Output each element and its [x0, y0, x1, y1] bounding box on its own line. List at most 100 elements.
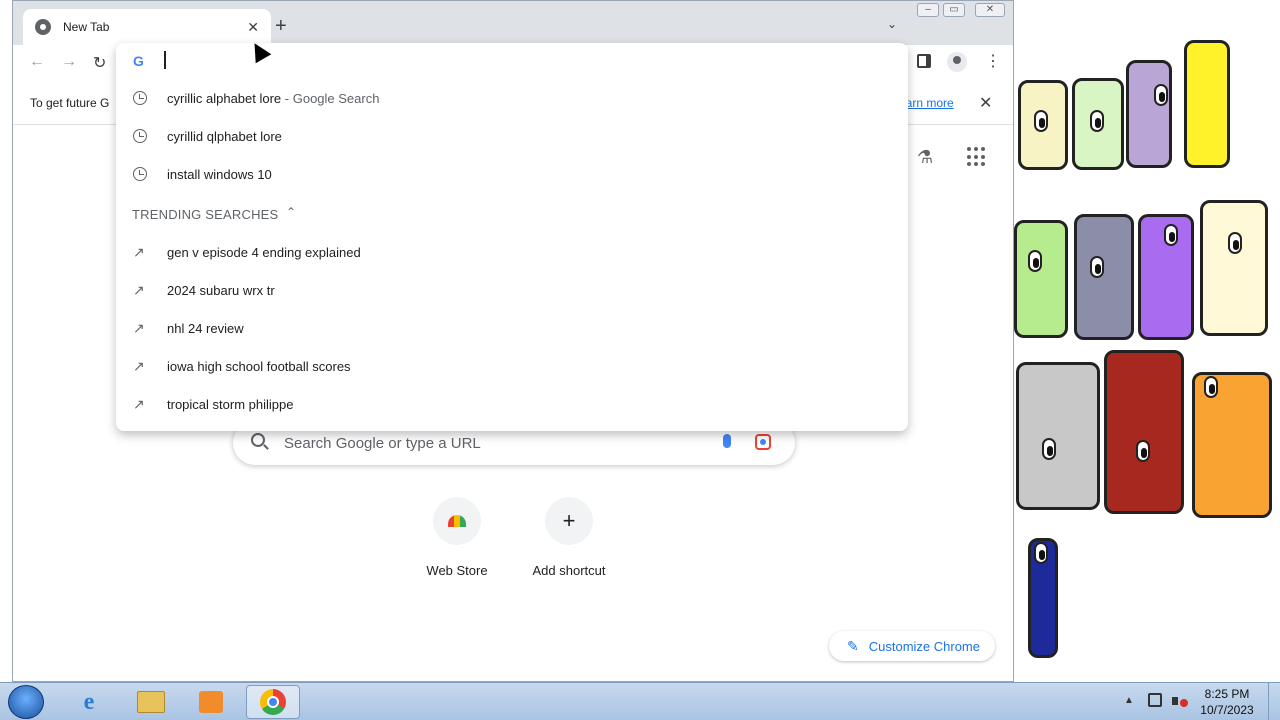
tab-close-icon[interactable]: ✕: [247, 19, 259, 36]
wallpaper-letter-10: [1104, 350, 1184, 514]
network-icon[interactable]: [1148, 693, 1162, 707]
info-bar-text: To get future G: [30, 96, 110, 110]
tab-strip: New Tab ✕ + ⌄ ‒ ▭ ✕: [13, 1, 1013, 45]
wallpaper-letter-9: [1016, 362, 1100, 510]
suggestion-row[interactable]: install windows 10: [116, 155, 908, 193]
media-player-icon: [199, 691, 223, 713]
shortcut-icon-circle: [433, 497, 481, 545]
pencil-icon: ✎: [847, 637, 859, 654]
maximize-button[interactable]: ▭: [943, 3, 965, 17]
new-tab-button[interactable]: +: [275, 15, 287, 38]
close-window-button[interactable]: ✕: [975, 3, 1005, 17]
wallpaper-eye: [1154, 84, 1168, 106]
google-lens-icon[interactable]: [755, 434, 771, 450]
wallpaper-eye: [1204, 376, 1218, 398]
chrome-favicon-icon: [35, 19, 51, 35]
minimize-button[interactable]: ‒: [917, 3, 939, 17]
trending-arrow-icon: ↗: [133, 358, 145, 374]
search-icon: [251, 433, 265, 447]
history-clock-icon: [133, 167, 147, 181]
suggestion-text: install windows 10: [167, 166, 272, 182]
wallpaper-eye: [1228, 232, 1242, 254]
google-g-icon: G: [133, 53, 144, 69]
suggestion-suffix: - Google Search: [281, 90, 380, 106]
chrome-icon: [260, 689, 286, 715]
google-apps-icon[interactable]: [967, 147, 987, 167]
history-clock-icon: [133, 91, 147, 105]
wallpaper-eye: [1136, 440, 1150, 462]
wallpaper-eye: [1164, 224, 1178, 246]
wallpaper-eye: [1034, 542, 1048, 564]
windows-taskbar: e ▲ 8:25 PM 10/7/2023: [0, 682, 1280, 720]
wallpaper-eye: [1090, 256, 1104, 278]
wallpaper-letter-3: [1126, 60, 1172, 168]
trending-row[interactable]: ↗ iowa high school football scores: [116, 347, 908, 385]
trending-searches-header: TRENDING SEARCHES: [132, 207, 279, 222]
start-button[interactable]: [8, 685, 44, 719]
desktop-background-left: [0, 0, 12, 682]
trending-text: nhl 24 review: [167, 320, 244, 336]
suggestion-row[interactable]: cyrillic alphabet lore - Google Search: [116, 79, 908, 117]
taskbar-file-explorer[interactable]: [124, 685, 178, 719]
trending-arrow-icon: ↗: [133, 282, 145, 298]
internet-explorer-icon: e: [83, 688, 95, 715]
trending-row[interactable]: ↗ nhl 24 review: [116, 309, 908, 347]
history-clock-icon: [133, 129, 147, 143]
wallpaper-eye: [1090, 110, 1104, 132]
voice-search-mic-icon[interactable]: [723, 434, 731, 448]
chrome-labs-flask-icon[interactable]: ⚗: [917, 147, 933, 168]
clock-date[interactable]: 10/7/2023: [1196, 703, 1258, 717]
wallpaper-letter-5: [1014, 220, 1068, 338]
wallpaper-letter-6: [1074, 214, 1134, 340]
taskbar-google-chrome[interactable]: [246, 685, 300, 719]
wallpaper-eye: [1034, 110, 1048, 132]
volume-muted-icon[interactable]: [1172, 693, 1188, 709]
customize-chrome-label: Customize Chrome: [868, 638, 980, 654]
wallpaper-eye: [1042, 438, 1056, 460]
trending-arrow-icon: ↗: [133, 396, 145, 412]
trending-text: gen v episode 4 ending explained: [167, 244, 361, 260]
trending-text: 2024 subaru wrx tr: [167, 282, 275, 298]
trending-row[interactable]: ↗ 2024 subaru wrx tr: [116, 271, 908, 309]
shortcut-web-store[interactable]: Web Store: [401, 497, 513, 578]
tab-search-chevron-icon[interactable]: ⌄: [887, 17, 897, 31]
shortcut-add[interactable]: + Add shortcut: [513, 497, 625, 578]
desktop-wallpaper: [1014, 0, 1280, 682]
omnibox-dropdown: G cyrillic alphabet lore - Google Search…: [116, 43, 908, 431]
shortcut-icon-circle: +: [545, 497, 593, 545]
tab-new-tab[interactable]: New Tab ✕: [23, 9, 271, 45]
customize-chrome-button[interactable]: ✎ Customize Chrome: [829, 631, 995, 661]
back-arrow-icon[interactable]: ←: [29, 53, 45, 71]
wallpaper-eye: [1028, 250, 1042, 272]
kebab-menu-icon[interactable]: ⋮: [985, 51, 1001, 71]
clock-time[interactable]: 8:25 PM: [1196, 687, 1258, 701]
shortcut-label: Add shortcut: [532, 563, 606, 578]
show-desktop-button[interactable]: [1268, 683, 1280, 720]
trending-arrow-icon: ↗: [133, 320, 145, 336]
tab-title: New Tab: [63, 20, 110, 34]
suggestion-row[interactable]: cyrillid qlphabet lore: [116, 117, 908, 155]
trending-row[interactable]: ↗ gen v episode 4 ending explained: [116, 233, 908, 271]
side-panel-icon[interactable]: [917, 54, 931, 68]
ntp-search-placeholder[interactable]: Search Google or type a URL: [284, 435, 481, 452]
wallpaper-letter-4: [1184, 40, 1230, 168]
taskbar-internet-explorer[interactable]: e: [62, 685, 116, 719]
show-hidden-icons-icon[interactable]: ▲: [1124, 695, 1134, 706]
profile-avatar-icon[interactable]: [947, 52, 967, 72]
forward-arrow-icon[interactable]: →: [61, 53, 77, 71]
shortcut-label: Web Store: [426, 563, 488, 578]
web-store-icon: [448, 515, 466, 527]
trending-row[interactable]: ↗ tropical storm philippe: [116, 385, 908, 423]
wallpaper-letter-8: [1200, 200, 1268, 336]
info-bar-close-icon[interactable]: ✕: [979, 93, 992, 113]
suggestion-text: cyrillid qlphabet lore: [167, 128, 282, 144]
suggestion-text: cyrillic alphabet lore: [167, 90, 282, 106]
chevron-up-icon[interactable]: ⌃: [286, 205, 296, 219]
folder-icon: [137, 691, 165, 713]
trending-text: tropical storm philippe: [167, 396, 294, 412]
reload-icon[interactable]: ↻: [93, 53, 106, 73]
omnibox-input[interactable]: [164, 51, 166, 69]
trending-arrow-icon: ↗: [133, 244, 145, 260]
plus-icon: +: [562, 508, 576, 533]
taskbar-media-player[interactable]: [184, 685, 238, 719]
